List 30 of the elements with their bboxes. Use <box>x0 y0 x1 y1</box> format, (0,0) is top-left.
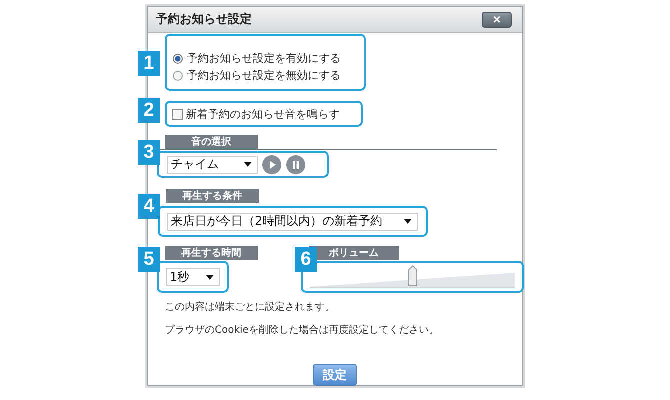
checkbox-label[interactable]: 新着予約のお知らせ音を鳴らす <box>186 106 340 122</box>
sound-dropdown[interactable]: チャイム <box>167 156 258 174</box>
callout-number: 3 <box>138 140 160 165</box>
caret-icon <box>244 162 252 167</box>
section-heading: ボリューム <box>309 246 399 260</box>
radio-button[interactable] <box>173 54 183 64</box>
checkbox[interactable] <box>172 108 183 120</box>
note-text: この内容は端末ごとに設定されます。 <box>165 300 336 314</box>
play-icon[interactable] <box>262 154 282 174</box>
window-title: 予約お知らせ設定 <box>156 11 252 28</box>
section-heading: 再生する時間 <box>165 246 258 260</box>
note-text: ブラウザのCookieを削除した場合は再度設定してください。 <box>165 324 440 337</box>
radio-button[interactable] <box>173 70 183 80</box>
callout-number: 6 <box>295 247 317 272</box>
caret-icon <box>206 274 214 280</box>
callout-number: 2 <box>138 98 160 123</box>
caret-icon <box>404 219 412 224</box>
pause-icon[interactable] <box>286 154 306 174</box>
section-heading: 再生する条件 <box>166 189 259 203</box>
callout-number: 1 <box>138 51 160 76</box>
section-heading: 音の選択 <box>165 135 258 149</box>
duration-dropdown[interactable]: 1秒 <box>166 268 220 286</box>
radio-label[interactable]: 予約お知らせ設定を有効にする <box>187 51 341 66</box>
callout-number: 5 <box>138 247 160 272</box>
close-button[interactable]: × <box>482 12 512 28</box>
radio-label[interactable]: 予約お知らせ設定を無効にする <box>187 68 341 83</box>
callout-number: 4 <box>138 194 160 219</box>
volume-slider[interactable] <box>310 266 515 288</box>
condition-dropdown[interactable]: 来店日が今日（2時間以内）の新着予約 <box>167 212 418 230</box>
slider-thumb[interactable] <box>408 264 418 286</box>
